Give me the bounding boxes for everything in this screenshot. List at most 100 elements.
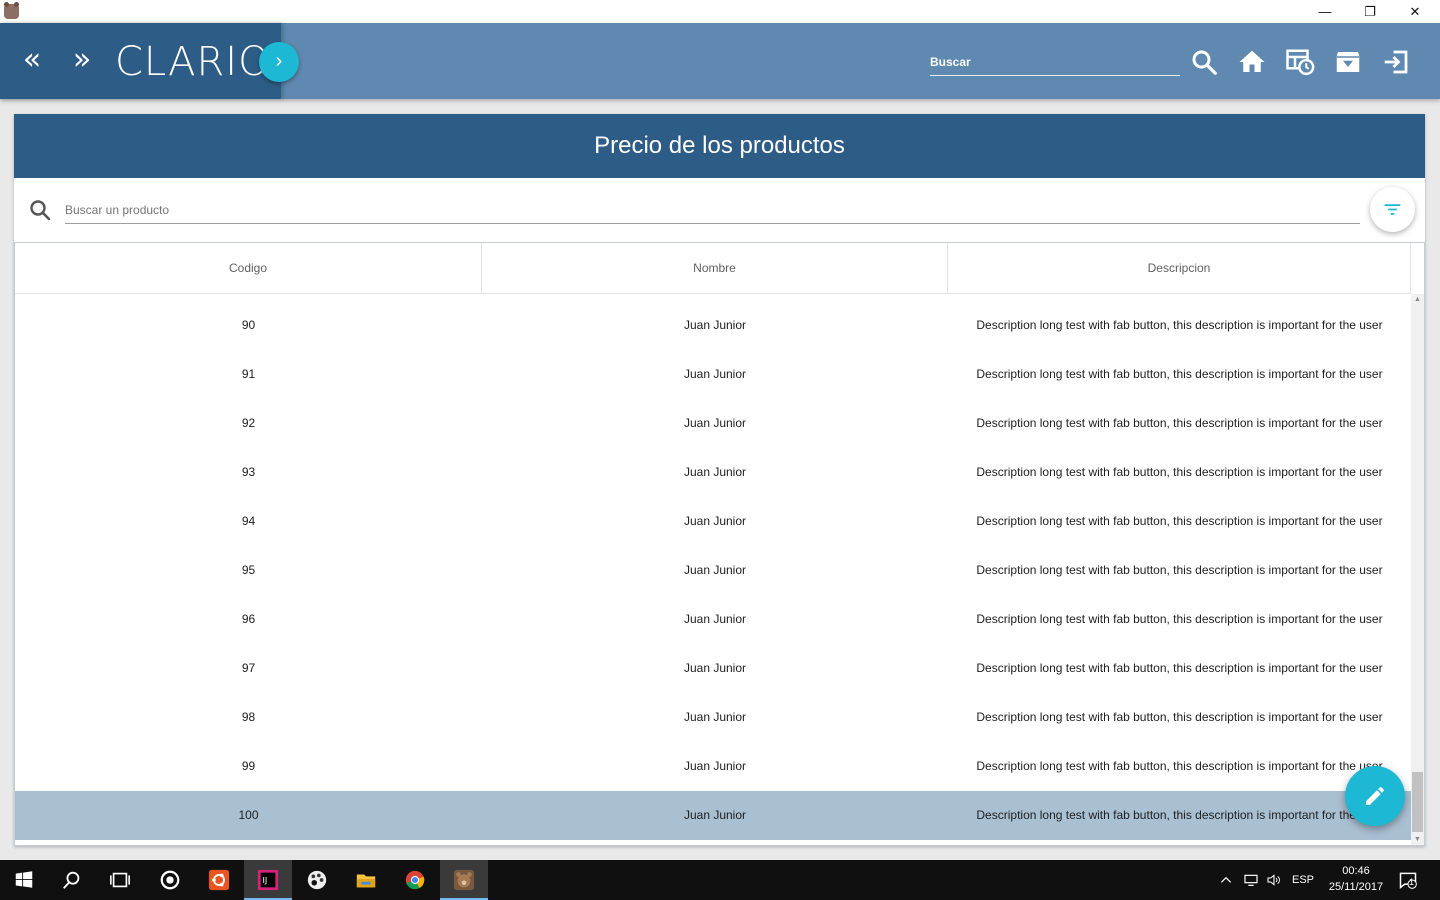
table-header: Codigo Nombre Descripcion	[15, 243, 1411, 294]
products-table: Codigo Nombre Descripcion 90 Juan Junior D…	[14, 242, 1425, 846]
volume-icon[interactable]	[1263, 860, 1285, 900]
cell-nombre: Juan Junior	[683, 661, 747, 675]
cell-nombre: Juan Junior	[683, 808, 747, 822]
edit-button[interactable]	[1345, 766, 1405, 826]
table-row[interactable]: 91 Juan Junior Description long test with …	[15, 350, 1411, 399]
bear-app-taskbar-icon[interactable]	[440, 860, 488, 900]
svg-text:IJ: IJ	[263, 875, 268, 885]
tray-chevron-up-icon[interactable]	[1216, 860, 1236, 900]
cell-codigo: 90	[241, 318, 256, 332]
table-row[interactable]: 100 Juan Junior Description long test with…	[15, 791, 1411, 840]
home-icon[interactable]	[1237, 47, 1267, 77]
bear-app-icon	[4, 2, 19, 19]
cell-descripcion: Description long test with fab button, t…	[976, 759, 1383, 773]
brand-panel: « » CLARIO	[0, 23, 281, 99]
clock-date: 25/11/2017	[1328, 881, 1384, 893]
cell-codigo: 100	[238, 808, 259, 822]
task-view-icon[interactable]	[96, 860, 144, 900]
maximize-button[interactable]: ❐	[1347, 0, 1393, 23]
language-indicator[interactable]: ESP	[1288, 860, 1318, 900]
column-header-nombre[interactable]: Nombre	[482, 243, 948, 293]
filter-button[interactable]	[1370, 187, 1415, 232]
cell-nombre: Juan Junior	[683, 465, 747, 479]
minimize-button[interactable]: —	[1302, 0, 1348, 23]
logout-icon[interactable]	[1381, 47, 1411, 77]
windows-taskbar: IJ ESP 00:46 25/11/2017 1	[0, 860, 1440, 900]
header-search-field[interactable]	[930, 50, 1180, 76]
cell-descripcion: Description long test with fab button, t…	[976, 661, 1383, 675]
product-search-input[interactable]	[65, 198, 1360, 222]
table-row[interactable]: 93 Juan Junior Description long test with …	[15, 448, 1411, 497]
window-titlebar: — ❐ ✕	[0, 0, 1440, 23]
scroll-thumb[interactable]	[1412, 772, 1423, 832]
cell-codigo: 98	[241, 710, 256, 724]
table-row[interactable]: 94 Juan Junior Description long test with …	[15, 497, 1411, 546]
product-search-field[interactable]	[65, 198, 1360, 224]
expand-menu-button[interactable]: »	[65, 43, 99, 79]
cell-codigo: 99	[241, 759, 256, 773]
cell-codigo: 92	[241, 416, 256, 430]
paint-icon[interactable]	[293, 860, 341, 900]
cell-descripcion: Description long test with fab button, t…	[976, 367, 1383, 381]
cell-nombre: Juan Junior	[683, 514, 747, 528]
table-row[interactable]: 98 Juan Junior Description long test with …	[15, 693, 1411, 742]
cortana-icon[interactable]	[146, 860, 194, 900]
notification-count: 1	[1409, 877, 1415, 887]
cell-codigo: 95	[241, 563, 256, 577]
clock[interactable]: 00:46 25/11/2017	[1318, 863, 1394, 897]
filter-icon	[1384, 204, 1401, 215]
collapse-menu-button[interactable]: «	[15, 43, 49, 79]
cell-codigo: 93	[241, 465, 256, 479]
notification-center-icon[interactable]: 1	[1396, 860, 1420, 900]
chevron-right-icon[interactable]: ›	[259, 42, 299, 82]
cell-descripcion: Description long test with fab button, t…	[976, 710, 1383, 724]
cell-descripcion: Description long test with fab button, t…	[976, 465, 1383, 479]
table-scrollbar[interactable]: ▲ ▼	[1411, 294, 1424, 845]
clock-time: 00:46	[1342, 865, 1370, 877]
cell-nombre: Juan Junior	[683, 710, 747, 724]
cell-nombre: Juan Junior	[683, 367, 747, 381]
chrome-icon[interactable]	[391, 860, 439, 900]
network-icon[interactable]	[1240, 860, 1262, 900]
archive-icon[interactable]	[1333, 47, 1363, 77]
table-row[interactable]: 92 Juan Junior Description long test with …	[15, 399, 1411, 448]
cell-nombre: Juan Junior	[683, 318, 747, 332]
column-header-descripcion[interactable]: Descripcion	[948, 243, 1411, 293]
cell-codigo: 96	[241, 612, 256, 626]
windows-start-icon[interactable]	[0, 860, 48, 900]
file-explorer-icon[interactable]	[342, 860, 390, 900]
cell-descripcion: Description long test with fab button, t…	[976, 612, 1383, 626]
cell-codigo: 91	[241, 367, 256, 381]
header-search-input[interactable]	[930, 50, 1180, 74]
table-row[interactable]: 90 Juan Junior Description long test with …	[15, 301, 1411, 350]
product-search-row	[14, 178, 1425, 242]
close-window-button[interactable]: ✕	[1392, 0, 1438, 23]
table-body: 90 Juan Junior Description long test with …	[15, 301, 1411, 840]
search-icon[interactable]	[48, 860, 96, 900]
table-row[interactable]: 97 Juan Junior Description long test with …	[15, 644, 1411, 693]
cell-descripcion: Description long test with fab button, t…	[976, 416, 1383, 430]
pencil-icon	[1366, 786, 1385, 805]
cell-descripcion: Description long test with fab button, t…	[976, 808, 1383, 822]
column-header-codigo[interactable]: Codigo	[15, 243, 482, 293]
table-row[interactable]: 99 Juan Junior Description long test with …	[15, 742, 1411, 791]
scroll-down-arrow[interactable]: ▼	[1411, 834, 1424, 845]
cell-nombre: Juan Junior	[683, 563, 747, 577]
scroll-up-arrow[interactable]: ▲	[1411, 294, 1424, 306]
cell-descripcion: Description long test with fab button, t…	[976, 514, 1383, 528]
table-row[interactable]: 96 Juan Junior Description long test with …	[15, 595, 1411, 644]
cell-codigo: 94	[241, 514, 256, 528]
intellij-icon[interactable]: IJ	[244, 860, 292, 900]
cell-nombre: Juan Junior	[683, 759, 747, 773]
brand-title: CLARIO	[115, 39, 271, 85]
cell-nombre: Juan Junior	[683, 416, 747, 430]
page-title: Precio de los productos	[14, 114, 1425, 178]
cell-descripcion: Description long test with fab button, t…	[976, 563, 1383, 577]
search-icon[interactable]	[1189, 47, 1219, 77]
cell-nombre: Juan Junior	[683, 612, 747, 626]
cell-descripcion: Description long test with fab button, t…	[976, 318, 1383, 332]
ubuntu-icon[interactable]	[195, 860, 243, 900]
table-row[interactable]: 95 Juan Junior Description long test with …	[15, 546, 1411, 595]
app-header: « » CLARIO ›	[0, 23, 1440, 99]
history-table-icon[interactable]	[1285, 47, 1315, 77]
